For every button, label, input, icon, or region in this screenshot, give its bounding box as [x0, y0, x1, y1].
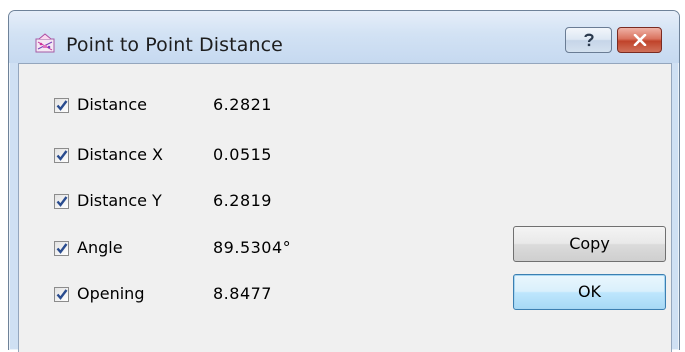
help-button[interactable]	[565, 27, 612, 53]
measurement-row-distance: Distance 6.2821	[54, 93, 271, 117]
opening-checkbox[interactable]	[54, 286, 69, 302]
distance-label[interactable]: Distance	[77, 95, 147, 114]
angle-label[interactable]: Angle	[77, 238, 123, 257]
distance-x-value: 0.0515	[213, 145, 272, 164]
checkmark-icon	[56, 195, 68, 207]
measurement-row-distance-x: Distance X 0.0515	[54, 143, 271, 167]
dialog-body: Distance 6.2821 Distance X 0.0515 Distan…	[18, 63, 672, 352]
angle-value: 89.5304°	[213, 238, 292, 257]
distance-y-label[interactable]: Distance Y	[77, 191, 162, 210]
checkmark-icon	[56, 242, 68, 254]
copy-button[interactable]: Copy	[513, 226, 666, 262]
distance-y-checkbox[interactable]	[54, 193, 69, 209]
ok-button[interactable]: OK	[513, 274, 666, 310]
angle-checkbox[interactable]	[54, 240, 69, 256]
opening-label[interactable]: Opening	[77, 284, 144, 303]
window-title: Point to Point Distance	[66, 34, 283, 56]
help-icon	[583, 33, 594, 47]
opening-value: 8.8477	[213, 284, 272, 303]
distance-value: 6.2821	[213, 95, 272, 114]
checkmark-icon	[56, 99, 68, 111]
measurement-row-angle: Angle 89.5304°	[54, 236, 291, 260]
distance-y-value: 6.2819	[213, 191, 272, 210]
checkmark-icon	[56, 288, 68, 300]
close-icon	[633, 34, 646, 46]
title-bar[interactable]: Point to Point Distance	[9, 11, 679, 63]
distance-x-checkbox[interactable]	[54, 147, 69, 163]
checkmark-icon	[56, 149, 68, 161]
measure-app-icon	[35, 33, 55, 53]
dialog-window: Point to Point Distance Distance 6.2821	[8, 10, 680, 352]
close-button[interactable]	[617, 27, 662, 53]
measurement-row-opening: Opening 8.8477	[54, 282, 271, 306]
distance-checkbox[interactable]	[54, 97, 69, 113]
measurement-row-distance-y: Distance Y 6.2819	[54, 189, 271, 213]
distance-x-label[interactable]: Distance X	[77, 145, 163, 164]
